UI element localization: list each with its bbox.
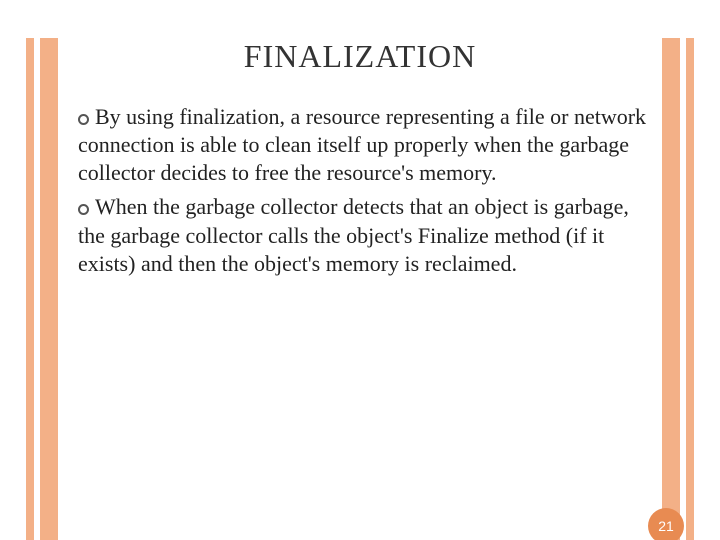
slide: FINALIZATION By using finalization, a re… [0, 38, 720, 540]
bullet-text: When the garbage collector detects that … [78, 194, 629, 275]
slide-body: By using finalization, a resource repres… [78, 103, 648, 278]
decor-stripe-left-thin [26, 38, 34, 540]
bullet-text: By using finalization, a resource repres… [78, 104, 646, 185]
decor-stripe-left-thick [40, 38, 58, 540]
decor-stripe-right-thin [686, 38, 694, 540]
circle-bullet-icon [78, 204, 89, 215]
list-item: When the garbage collector detects that … [78, 193, 648, 277]
slide-title: FINALIZATION [0, 38, 720, 75]
decor-stripe-right-thick [662, 38, 680, 540]
circle-bullet-icon [78, 114, 89, 125]
page-number-badge: 21 [648, 508, 684, 540]
list-item: By using finalization, a resource repres… [78, 103, 648, 187]
page-number: 21 [658, 518, 674, 534]
